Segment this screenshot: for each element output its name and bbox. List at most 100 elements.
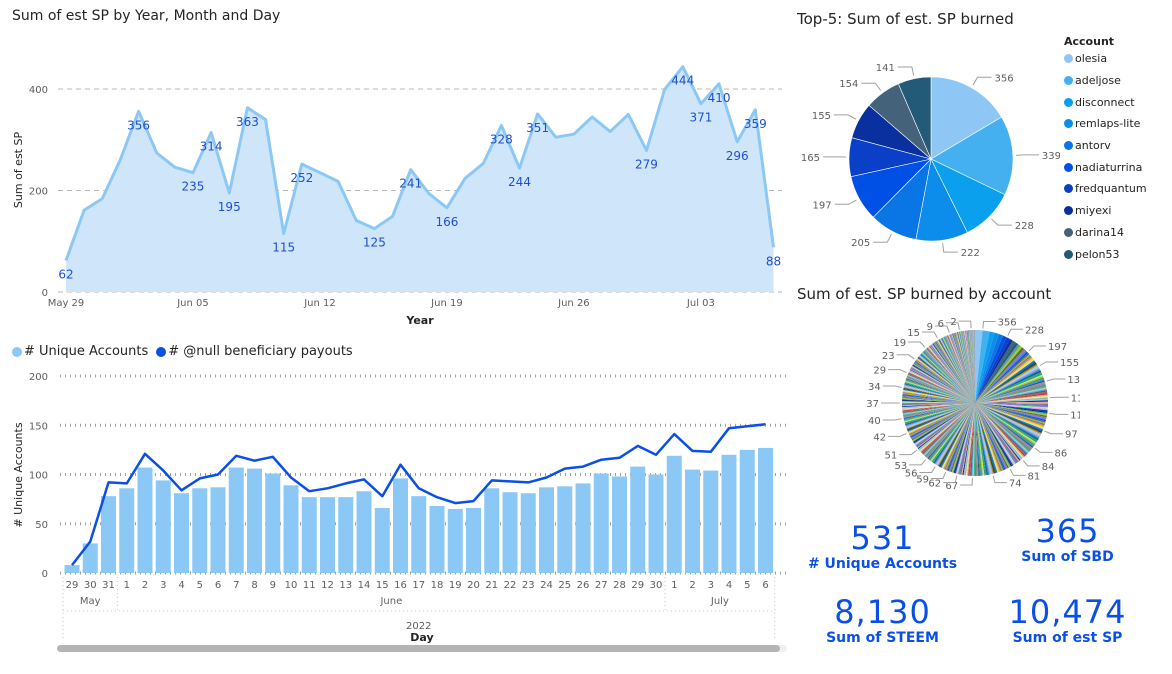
data-label: 328 <box>490 133 513 147</box>
x-tick-label: 31 <box>102 580 115 591</box>
pie-data-label: 29 <box>873 366 886 377</box>
pie-data-label: 15 <box>907 328 920 339</box>
kpi-label: Sum of STEEM <box>826 630 939 646</box>
legend-item-pelon53[interactable]: pelon53 <box>1064 243 1147 265</box>
x-tick-label: 4 <box>726 580 732 591</box>
x-tick-label: 22 <box>504 580 517 591</box>
kpi-unique-accounts: 531 # Unique Accounts <box>795 520 970 572</box>
legend-item-disconnect[interactable]: disconnect <box>1064 91 1147 113</box>
bar-unique-accounts <box>119 488 135 573</box>
legend-dot-icon <box>1064 76 1073 86</box>
x-tick-label: Jun 19 <box>430 298 463 309</box>
legend-item-adeljose[interactable]: adeljose <box>1064 70 1147 92</box>
sp-area-chart: 62 356 235 314 195 363 115 252 125 241 166 328 244 35… <box>12 65 782 327</box>
x-tick-label: 30 <box>84 580 97 591</box>
x-tick-label: 5 <box>197 580 203 591</box>
pie-data-label: 154 <box>839 79 858 90</box>
x-axis-title: Day <box>410 631 433 644</box>
pie-data-label: 339 <box>1042 151 1060 162</box>
pie-data-label: 228 <box>1025 325 1044 336</box>
leader-line <box>1046 378 1066 382</box>
bar-unique-accounts <box>137 467 153 573</box>
legend-item-nadiaturrina[interactable]: nadiaturrina <box>1064 156 1147 178</box>
bar-unique-accounts <box>484 488 500 573</box>
bar-unique-accounts <box>557 486 573 573</box>
pie-data-label: 62 <box>928 479 941 490</box>
leader-line <box>861 82 882 91</box>
pie-data-label: 356 <box>994 73 1013 84</box>
scrollbar-thumb[interactable] <box>57 645 780 652</box>
data-label: 241 <box>399 177 422 191</box>
y-tick-label: 0 <box>42 569 48 580</box>
bar-unique-accounts <box>739 449 755 573</box>
kpi-value: 365 <box>1035 512 1100 550</box>
y-axis-title: # Unique Accounts <box>12 422 25 527</box>
data-label: 410 <box>708 91 731 105</box>
month-label: June <box>379 596 402 607</box>
legend-item-olesia[interactable]: olesia <box>1064 48 1147 70</box>
pie-data-label: 59 <box>916 474 929 485</box>
legend-dot-null-payouts <box>156 346 167 357</box>
pie-data-label: 42 <box>873 432 886 443</box>
bar-unique-accounts <box>210 487 226 573</box>
x-tick-label: 12 <box>321 580 334 591</box>
pie-data-label: 34 <box>868 382 881 393</box>
bar-unique-accounts <box>374 507 390 573</box>
pie-data-label: 2 <box>950 317 956 328</box>
leader-line <box>982 320 996 329</box>
x-tick-label: 2 <box>689 580 695 591</box>
bar-unique-accounts <box>703 470 719 573</box>
bar-unique-accounts <box>648 474 664 573</box>
legend-label-unique-accounts[interactable]: # Unique Accounts <box>24 344 148 359</box>
data-label: 356 <box>127 118 150 132</box>
x-tick-label: 3 <box>160 580 166 591</box>
x-tick-label: May 29 <box>48 298 85 309</box>
data-label: 88 <box>766 254 781 268</box>
data-label: 359 <box>744 117 767 131</box>
horizontal-scrollbar[interactable] <box>57 645 787 652</box>
kpi-sum-est-sp: 10,474 Sum of est SP <box>980 594 1155 646</box>
legend-dot-icon <box>1064 249 1073 259</box>
data-label: 115 <box>272 241 295 255</box>
top5-pie-title: Top-5: Sum of est. SP burned <box>797 10 1014 28</box>
leader-line <box>930 471 947 479</box>
x-tick-label: 16 <box>394 580 407 591</box>
pie-data-label: 141 <box>876 63 895 74</box>
leader-line <box>1022 460 1040 467</box>
bar-unique-accounts <box>502 492 518 573</box>
legend-item-antorv[interactable]: antorv <box>1064 135 1147 157</box>
x-axis-title: Year <box>405 314 434 327</box>
x-tick-label: 10 <box>285 580 298 591</box>
leader-line <box>1044 430 1064 435</box>
legend-item-miyexi[interactable]: miyexi <box>1064 200 1147 222</box>
x-tick-label: 23 <box>522 580 535 591</box>
leader-line <box>942 243 958 253</box>
leader-line <box>888 433 907 437</box>
leader-line <box>1028 345 1046 352</box>
pie-data-label: 197 <box>1048 342 1067 353</box>
data-label: 235 <box>182 180 205 194</box>
x-tick-label: 6 <box>762 580 768 591</box>
y-tick-label: 50 <box>35 520 48 531</box>
legend-label-null-payouts[interactable]: # @null beneficiary payouts <box>168 344 352 359</box>
x-tick-label: 19 <box>449 580 462 591</box>
bar-unique-accounts <box>101 496 116 573</box>
legend-item-fredquantum[interactable]: fredquantum <box>1064 178 1147 200</box>
bar-unique-accounts <box>447 508 463 573</box>
x-tick-label: 3 <box>708 580 714 591</box>
kpi-value: 10,474 <box>1008 593 1127 631</box>
pie-data-label: 9 <box>927 322 933 333</box>
kpi-value: 531 <box>850 519 915 557</box>
x-tick-label: 18 <box>431 580 444 591</box>
bar-unique-accounts <box>338 497 354 573</box>
x-tick-label: 21 <box>485 580 498 591</box>
kpi-sum-sbd: 365 Sum of SBD <box>980 513 1155 565</box>
legend-dot-icon <box>1064 162 1073 172</box>
pie-data-label: 155 <box>1060 358 1079 369</box>
legend-item-remlaps-lite[interactable]: remlaps-lite <box>1064 113 1147 135</box>
pie-data-label: 131 <box>1067 375 1080 386</box>
x-tick-label: 20 <box>467 580 480 591</box>
legend-item-darina14[interactable]: darina14 <box>1064 222 1147 244</box>
legend-dot-unique-accounts <box>12 346 22 357</box>
bar-unique-accounts <box>320 497 335 573</box>
